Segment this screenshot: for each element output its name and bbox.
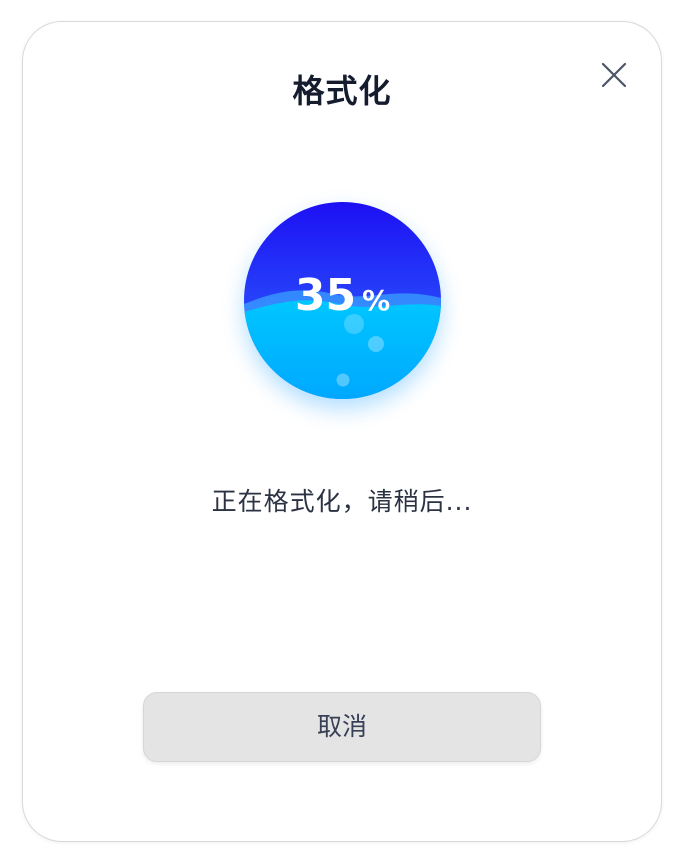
close-button[interactable] [597,58,631,92]
bubble [336,373,350,387]
close-icon [601,62,627,88]
status-message: 正在格式化，请稍后... [211,487,473,516]
dialog-title: 格式化 [292,72,392,110]
progress-value: 35 [294,270,357,321]
cancel-button[interactable]: 取消 [143,692,541,762]
progress-percent: 35% [244,270,441,321]
bubble [368,336,384,352]
progress-ball: 35% [244,202,441,399]
format-dialog: 格式化 35 % 正在格式化，请稍后... 取消 [22,21,662,842]
progress-unit: % [362,284,391,317]
